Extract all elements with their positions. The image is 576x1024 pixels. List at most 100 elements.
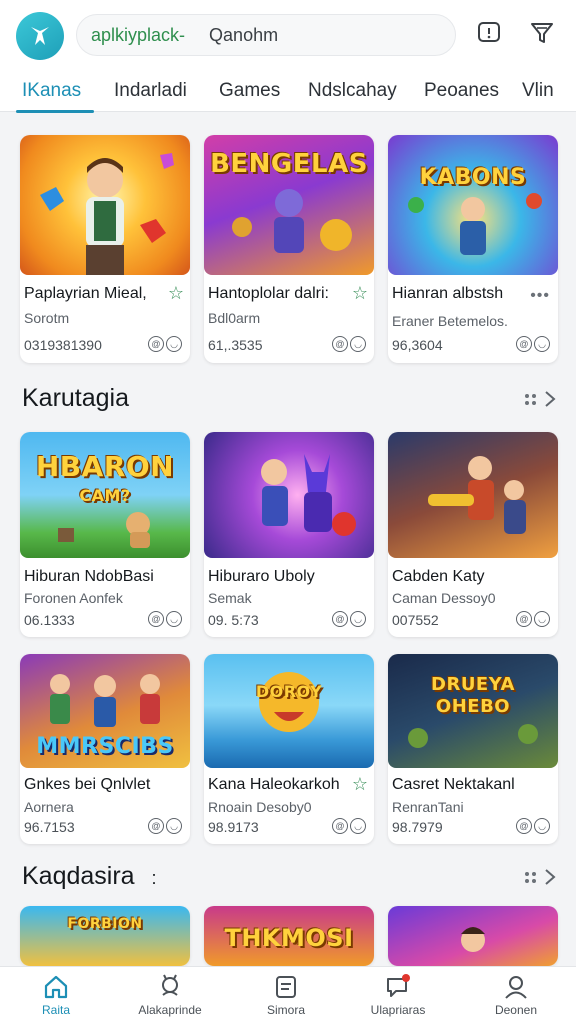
list-icon (272, 973, 300, 1001)
tab-ikanas[interactable]: IKanas (22, 80, 81, 102)
card-actions: @ ◡ (516, 818, 550, 834)
notification-bell-icon[interactable] (474, 18, 504, 48)
game-meta: 09. 5:73 (208, 612, 259, 628)
comment-icon[interactable]: ◡ (166, 336, 182, 352)
game-thumbnail (388, 906, 558, 966)
chat-icon (384, 973, 412, 1001)
card-actions: @ ◡ (516, 611, 550, 627)
game-card[interactable]: HBARON CAM? Hiburan NdobBasi Foronen Aon… (20, 432, 190, 637)
game-thumbnail: MMRSCIBS (20, 654, 190, 768)
game-thumbnail: HBARON CAM? (20, 432, 190, 558)
game-card[interactable]: BENGELAS Hantoplolar dalri: ☆ Bdl0arm 61… (204, 135, 374, 363)
game-title: Hiburaro Uboly (208, 568, 315, 585)
download-icon[interactable]: @ (516, 611, 532, 627)
game-meta: 007552 (392, 612, 439, 628)
game-subtitle: Eraner Betemelos. (392, 313, 508, 329)
game-subtitle: Rnoain Desoby0 (208, 799, 312, 815)
section-title: Karutagia (22, 384, 130, 412)
game-title: Cabden Katy (392, 568, 485, 585)
download-icon[interactable]: @ (332, 818, 348, 834)
tab-games[interactable]: Games (219, 80, 280, 102)
thumbnail-title: DOROY (255, 682, 323, 701)
section-title-text: Kaqdasira (22, 862, 135, 890)
game-meta: 61,.3535 (208, 337, 263, 353)
download-icon[interactable]: @ (148, 818, 164, 834)
game-card[interactable]: Paplayrian Mieal, ☆ Sorotm 0319381390 @ … (20, 135, 190, 363)
nav-list[interactable]: Simora (236, 967, 336, 1024)
game-card[interactable]: DOROY Kana Haleokarkoh ☆ Rnoain Desoby0 … (204, 654, 374, 844)
comment-icon[interactable]: ◡ (534, 818, 550, 834)
app-logo-icon[interactable] (16, 12, 64, 60)
game-card[interactable]: Hiburaro Uboly Semak 09. 5:73 @ ◡ (204, 432, 374, 637)
game-subtitle: RenranTani (392, 799, 464, 815)
nav-label: Simora (266, 1003, 305, 1017)
thumbnail-title: FORBION (67, 916, 143, 932)
nav-home[interactable]: Raita (6, 967, 106, 1024)
thumbnail-title: THKMOSI (224, 924, 354, 952)
game-title: Paplayrian Mieal, (24, 285, 147, 302)
comment-icon[interactable]: ◡ (534, 336, 550, 352)
star-icon[interactable]: ☆ (168, 283, 184, 304)
profile-icon (502, 973, 530, 1001)
card-actions: @ ◡ (332, 818, 366, 834)
comment-icon[interactable]: ◡ (166, 818, 182, 834)
star-icon[interactable]: ☆ (352, 774, 368, 795)
game-card[interactable]: KABONS Hianran albstsh ••• Eraner Beteme… (388, 135, 558, 363)
more-options-icon[interactable]: ••• (530, 287, 550, 305)
nav-chat[interactable]: Ulapriaras (348, 967, 448, 1024)
tab-indarladi[interactable]: Indarladi (114, 80, 187, 102)
star-icon[interactable]: ☆ (352, 283, 368, 304)
card-actions: @ ◡ (148, 611, 182, 627)
download-icon[interactable]: @ (148, 336, 164, 352)
chevron-right-icon (545, 869, 556, 885)
nav-profile[interactable]: Deonen (466, 967, 566, 1024)
game-meta: 96.7153 (24, 819, 75, 835)
game-thumbnail (20, 135, 190, 275)
nav-games[interactable]: Alakaprinde (120, 967, 220, 1024)
game-meta: 0319381390 (24, 337, 102, 353)
download-icon[interactable]: @ (332, 336, 348, 352)
filter-icon[interactable] (527, 18, 557, 48)
game-card[interactable]: DRUEYA OHEBO Casret Nektakanl RenranTani… (388, 654, 558, 844)
home-icon (42, 973, 70, 1001)
game-thumbnail: KABONS (388, 135, 558, 275)
game-meta: 98.9173 (208, 819, 259, 835)
game-card[interactable] (388, 906, 558, 966)
game-subtitle: Sorotm (24, 310, 70, 326)
download-icon[interactable]: @ (332, 611, 348, 627)
game-thumbnail: DOROY (204, 654, 374, 768)
card-actions: @ ◡ (332, 336, 366, 352)
section-more-button[interactable] (525, 868, 556, 886)
nav-label: Deonen (494, 1003, 538, 1017)
thumbnail-title: MMRSCIBS (36, 734, 174, 759)
game-meta: 06.1333 (24, 612, 75, 628)
nav-label: Ulapriaras (370, 1003, 426, 1017)
active-tab-indicator (16, 110, 94, 113)
comment-icon[interactable]: ◡ (350, 818, 366, 834)
download-icon[interactable]: @ (516, 336, 532, 352)
nav-label: Raita (41, 1003, 70, 1017)
chevron-right-icon (545, 391, 556, 407)
game-subtitle: Bdl0arm (208, 310, 261, 326)
comment-icon[interactable]: ◡ (350, 336, 366, 352)
download-icon[interactable]: @ (148, 611, 164, 627)
comment-icon[interactable]: ◡ (350, 611, 366, 627)
game-card[interactable]: Cabden Katy Caman Dessoy0 007552 @ ◡ (388, 432, 558, 637)
section-title: Kaqdasira : (22, 862, 157, 891)
search-bar[interactable]: aplkiyplack- Qanohm (76, 14, 456, 56)
game-title: Gnkes bei Qnlvlet (24, 776, 151, 793)
game-card[interactable]: FORBION (20, 906, 190, 966)
comment-icon[interactable]: ◡ (166, 611, 182, 627)
tab-ndslcahay[interactable]: Ndslcahay (308, 80, 397, 102)
grid-icon (525, 871, 536, 883)
game-meta: 96,3604 (392, 337, 443, 353)
tab-vlin[interactable]: Vlin (522, 80, 554, 102)
tab-peoanes[interactable]: Peoanes (424, 80, 499, 102)
section-more-button[interactable] (525, 390, 556, 408)
game-card[interactable]: MMRSCIBS Gnkes bei Qnlvlet Aornera 96.71… (20, 654, 190, 844)
game-card[interactable]: THKMOSI (204, 906, 374, 966)
card-actions: @ ◡ (516, 336, 550, 352)
comment-icon[interactable]: ◡ (534, 611, 550, 627)
download-icon[interactable]: @ (516, 818, 532, 834)
category-tabs: IKanas Indarladi Games Ndslcahay Peoanes… (0, 70, 576, 112)
